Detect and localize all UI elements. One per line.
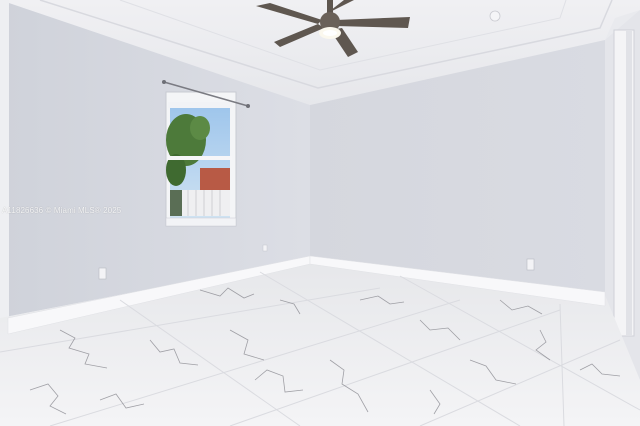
window — [165, 91, 237, 227]
door-frame-inner — [626, 30, 632, 336]
window-sash-rail — [168, 156, 232, 160]
smoke-detector — [489, 10, 501, 22]
wall-outlet-small — [262, 244, 268, 252]
wall-outlet-back — [526, 258, 535, 271]
left-edge-frame — [0, 0, 9, 330]
watermark: A11826636 © Miami MLS® 2025 — [2, 206, 122, 215]
wall-outlet-left — [98, 267, 107, 280]
